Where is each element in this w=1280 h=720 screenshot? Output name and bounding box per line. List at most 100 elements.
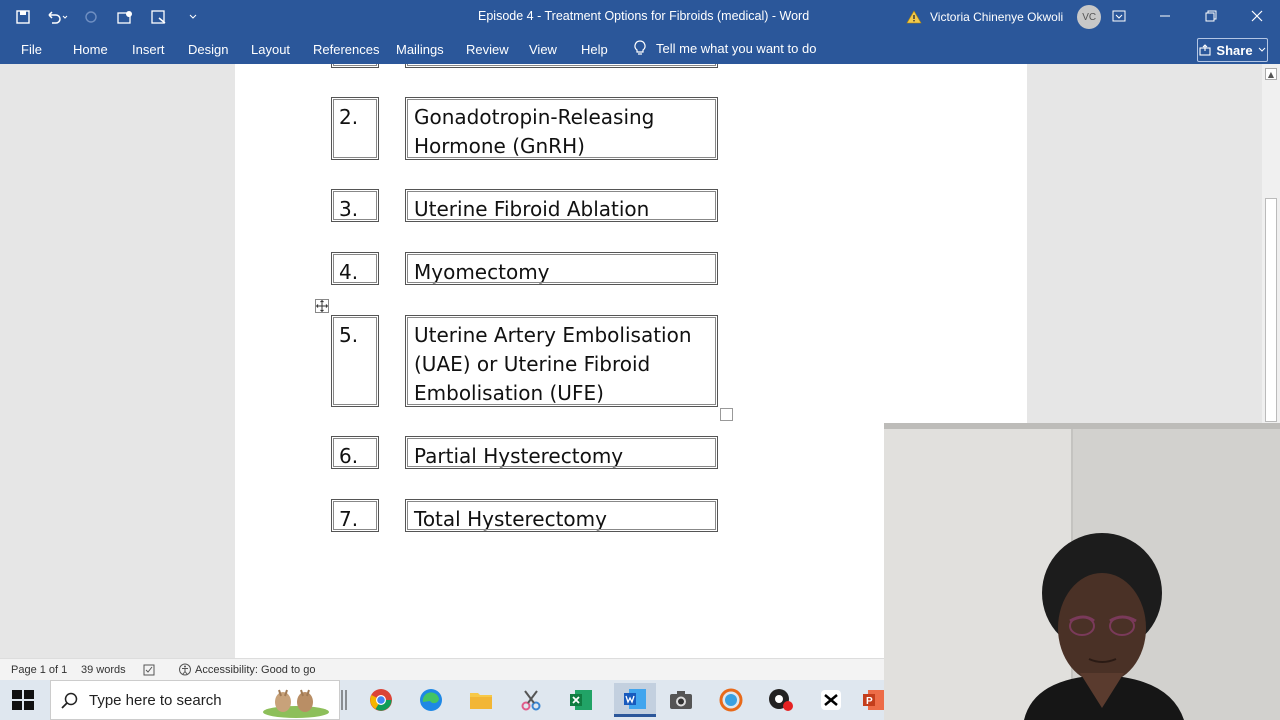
table-cell-number[interactable]: 7. [331, 499, 379, 532]
account-area[interactable]: Victoria Chinenye Okwoli VC [906, 5, 1102, 29]
tab-help[interactable]: Help [581, 42, 608, 57]
table-cell-number[interactable]: 3. [331, 189, 379, 222]
row-text: Partial Hysterectomy [414, 444, 624, 468]
screen-recorder-app[interactable] [766, 686, 796, 714]
tell-me-search[interactable]: Tell me what you want to do [634, 40, 816, 56]
table-resize-handle[interactable] [720, 408, 733, 421]
document-title: Episode 4 - Treatment Options for Fibroi… [478, 9, 810, 23]
accessibility-icon [179, 663, 191, 676]
tab-review[interactable]: Review [466, 42, 509, 57]
accessibility-text: Accessibility: Good to go [195, 663, 316, 676]
close-button[interactable] [1234, 0, 1280, 32]
table-cell-text[interactable]: Uterine Fibroid Ablation [405, 189, 718, 222]
tab-layout[interactable]: Layout [251, 42, 290, 57]
presenter-video [884, 423, 1280, 720]
title-bar: Episode 4 - Treatment Options for Fibroi… [0, 0, 1280, 34]
search-placeholder: Type here to search [89, 691, 222, 709]
proofing-icon[interactable] [143, 664, 157, 679]
table-cell-number[interactable]: 5. [331, 315, 379, 407]
scissors-icon [521, 690, 541, 711]
edge-app[interactable] [416, 686, 446, 714]
table-cell-text[interactable]: Partial Hysterectomy [405, 436, 718, 469]
record-icon [769, 689, 793, 711]
table-cell-number[interactable]: 4. [331, 252, 379, 285]
taskbar-search[interactable]: Type here to search [50, 680, 340, 720]
warning-icon [906, 10, 922, 24]
table-move-handle[interactable] [315, 299, 329, 313]
row-text: Uterine Fibroid Ablation [414, 197, 650, 221]
user-name: Victoria Chinenye Okwoli [930, 10, 1064, 24]
row-number: 4. [339, 260, 359, 284]
recorder-app[interactable] [716, 686, 746, 714]
ribbon-display-options-button[interactable] [1096, 0, 1142, 32]
search-highlight-icon [263, 689, 329, 718]
minimize-button[interactable] [1142, 0, 1188, 32]
scroll-thumb[interactable] [1265, 198, 1277, 422]
close-icon [1251, 10, 1263, 22]
chrome-icon [370, 689, 392, 711]
tab-insert[interactable]: Insert [132, 42, 165, 57]
table-cell-number[interactable]: 2. [331, 97, 379, 160]
word-app-active[interactable] [614, 683, 656, 717]
ribbon-tabs: File Home Insert Design Layout Reference… [0, 34, 1280, 64]
row-number: 7. [339, 507, 359, 531]
lightbulb-icon [634, 40, 646, 55]
share-button[interactable]: Share [1197, 38, 1268, 62]
row-number: 2. [339, 105, 359, 129]
row-text: Gonadotropin-Releasing Hormone (GnRH) [414, 105, 655, 158]
excel-icon [570, 690, 592, 710]
customize-qat-button[interactable] [182, 6, 204, 28]
powerpoint-app[interactable]: P [862, 686, 884, 714]
word-count[interactable]: 39 words [81, 664, 126, 676]
redo-button[interactable] [80, 6, 102, 28]
accessibility-status[interactable]: Accessibility: Good to go [178, 663, 315, 676]
chevron-down-icon [1258, 47, 1265, 52]
excel-app[interactable] [566, 686, 596, 714]
tab-file[interactable]: File [21, 42, 42, 57]
tab-mailings[interactable]: Mailings [396, 42, 444, 57]
table-cell-text[interactable] [405, 64, 718, 68]
move-icon [316, 300, 328, 312]
file-explorer-app[interactable] [466, 686, 496, 714]
chrome-app[interactable] [366, 686, 396, 714]
print-preview-button[interactable] [148, 6, 170, 28]
save-button[interactable] [12, 6, 34, 28]
table-cell-text[interactable]: Gonadotropin-Releasing Hormone (GnRH) [405, 97, 718, 160]
table-cell-number[interactable] [331, 64, 379, 68]
save-icon [16, 10, 30, 24]
tab-view[interactable]: View [529, 42, 557, 57]
minimize-icon [1160, 15, 1170, 17]
chevron-down-icon [189, 14, 197, 19]
svg-text:P: P [866, 696, 873, 707]
task-view-divider [340, 686, 348, 714]
camera-app[interactable] [666, 686, 696, 714]
search-icon [61, 692, 78, 709]
recorder-icon [719, 688, 743, 712]
table-cell-text[interactable]: Uterine Artery Embolisation (UAE) or Ute… [405, 315, 718, 407]
share-icon [1199, 44, 1211, 56]
touch-mode-button[interactable] [114, 6, 136, 28]
capcut-icon [821, 690, 841, 710]
powerpoint-icon: P [863, 690, 884, 710]
scroll-up-button[interactable]: ▲ [1265, 68, 1277, 80]
undo-button[interactable] [46, 6, 68, 28]
restore-button[interactable] [1188, 0, 1234, 32]
redo-icon [85, 11, 97, 23]
window-controls [1096, 0, 1280, 32]
table-cell-number[interactable]: 6. [331, 436, 379, 469]
page-count[interactable]: Page 1 of 1 [11, 664, 67, 676]
row-number: 6. [339, 444, 359, 468]
start-button[interactable] [12, 690, 34, 710]
tab-references[interactable]: References [313, 42, 379, 57]
tab-home[interactable]: Home [73, 42, 108, 57]
table-cell-text[interactable]: Total Hysterectomy [405, 499, 718, 532]
quick-access-toolbar [12, 6, 204, 28]
table-cell-text[interactable]: Myomectomy [405, 252, 718, 285]
tab-design[interactable]: Design [188, 42, 228, 57]
snip-tool-app[interactable] [516, 686, 546, 714]
capcut-app[interactable] [816, 686, 846, 714]
windows-icon [12, 690, 34, 710]
row-number: 5. [339, 323, 359, 347]
share-label: Share [1216, 42, 1253, 58]
row-text: Myomectomy [414, 260, 550, 284]
